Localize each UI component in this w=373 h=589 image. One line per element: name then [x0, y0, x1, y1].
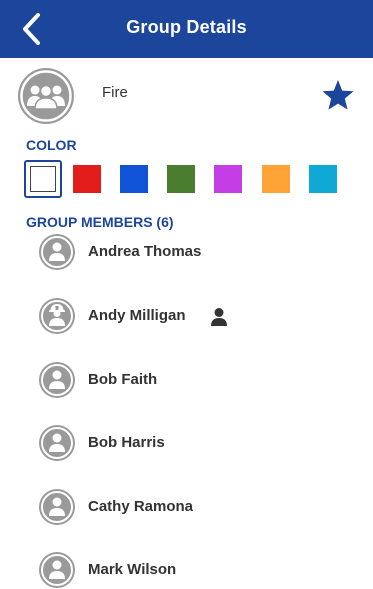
color-swatch-purple[interactable] [214, 165, 242, 193]
color-swatch-red[interactable] [73, 165, 101, 193]
color-swatch-white[interactable] [24, 160, 62, 198]
color-swatch-blue[interactable] [120, 165, 148, 193]
member-row[interactable]: Bob Harris [38, 424, 338, 464]
user-avatar-icon [39, 362, 75, 398]
member-row[interactable]: Mark Wilson [38, 551, 338, 589]
group-name: Fire [102, 84, 128, 101]
member-name: Cathy Ramona [88, 498, 194, 515]
member-row[interactable]: Bob Faith [38, 361, 338, 401]
user-avatar-icon [39, 425, 75, 461]
group-members-label: GROUP MEMBERS (6) [26, 214, 174, 230]
member-name: Andy Milligan [88, 307, 186, 324]
swatch-fill [30, 166, 56, 192]
member-name: Bob Faith [88, 371, 158, 388]
member-name: Mark Wilson [88, 561, 177, 578]
color-section-label: COLOR [26, 137, 77, 153]
group-avatar [16, 66, 76, 126]
user-avatar-icon [39, 489, 75, 525]
firefighter-avatar-icon [39, 298, 75, 334]
member-name: Andrea Thomas [88, 243, 202, 260]
favorite-button[interactable] [321, 79, 355, 111]
member-name: Bob Harris [88, 434, 165, 451]
color-swatch-green[interactable] [167, 165, 195, 193]
member-row[interactable]: Andrea Thomas [38, 233, 338, 273]
color-swatch-cyan[interactable] [309, 165, 337, 193]
group-icon [18, 68, 74, 124]
person-icon [211, 308, 227, 326]
star-icon [322, 80, 354, 110]
app-header: Group Details [0, 0, 373, 58]
page-title: Group Details [126, 17, 247, 37]
member-row[interactable]: Cathy Ramona [38, 488, 338, 528]
user-avatar-icon [39, 552, 75, 588]
user-avatar-icon [39, 234, 75, 270]
member-row[interactable]: Andy Milligan [38, 297, 338, 337]
color-swatch-orange[interactable] [262, 165, 290, 193]
